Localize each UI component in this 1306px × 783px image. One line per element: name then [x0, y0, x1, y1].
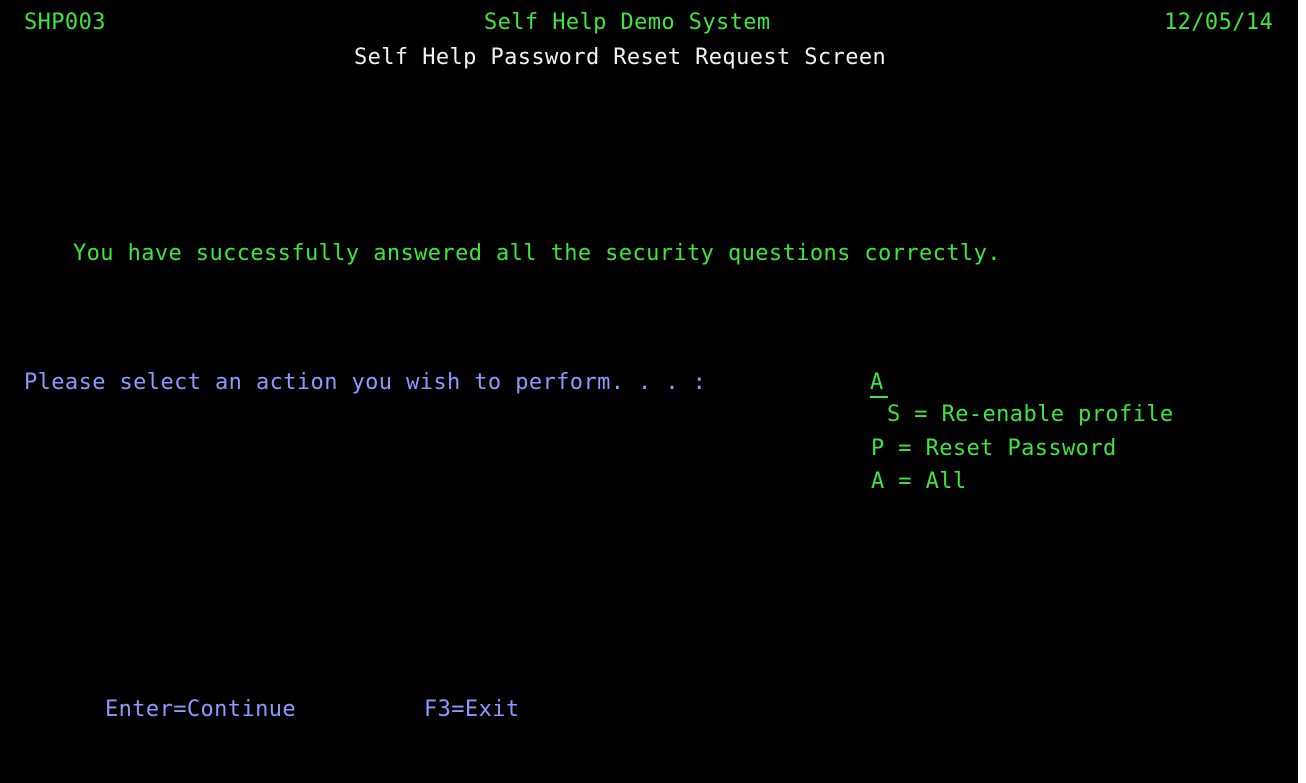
- program-id: SHP003: [24, 10, 106, 35]
- success-message: You have successfully answered all the s…: [73, 241, 1001, 266]
- screen-title: Self Help Password Reset Request Screen: [354, 45, 887, 70]
- option-re-enable-profile: S = Re-enable profile: [887, 402, 1174, 427]
- terminal-screen: SHP003 Self Help Demo System 12/05/14 Se…: [0, 0, 1298, 783]
- action-prompt: Please select an action you wish to perf…: [24, 370, 707, 395]
- option-reset-password: P = Reset Password: [871, 436, 1117, 461]
- action-input[interactable]: A: [870, 370, 888, 398]
- system-title: Self Help Demo System: [484, 10, 771, 35]
- date: 12/05/14: [1164, 10, 1274, 35]
- enter-continue-key[interactable]: Enter=Continue: [105, 697, 296, 723]
- f3-exit-key[interactable]: F3=Exit: [424, 697, 520, 723]
- option-all: A = All: [871, 469, 967, 494]
